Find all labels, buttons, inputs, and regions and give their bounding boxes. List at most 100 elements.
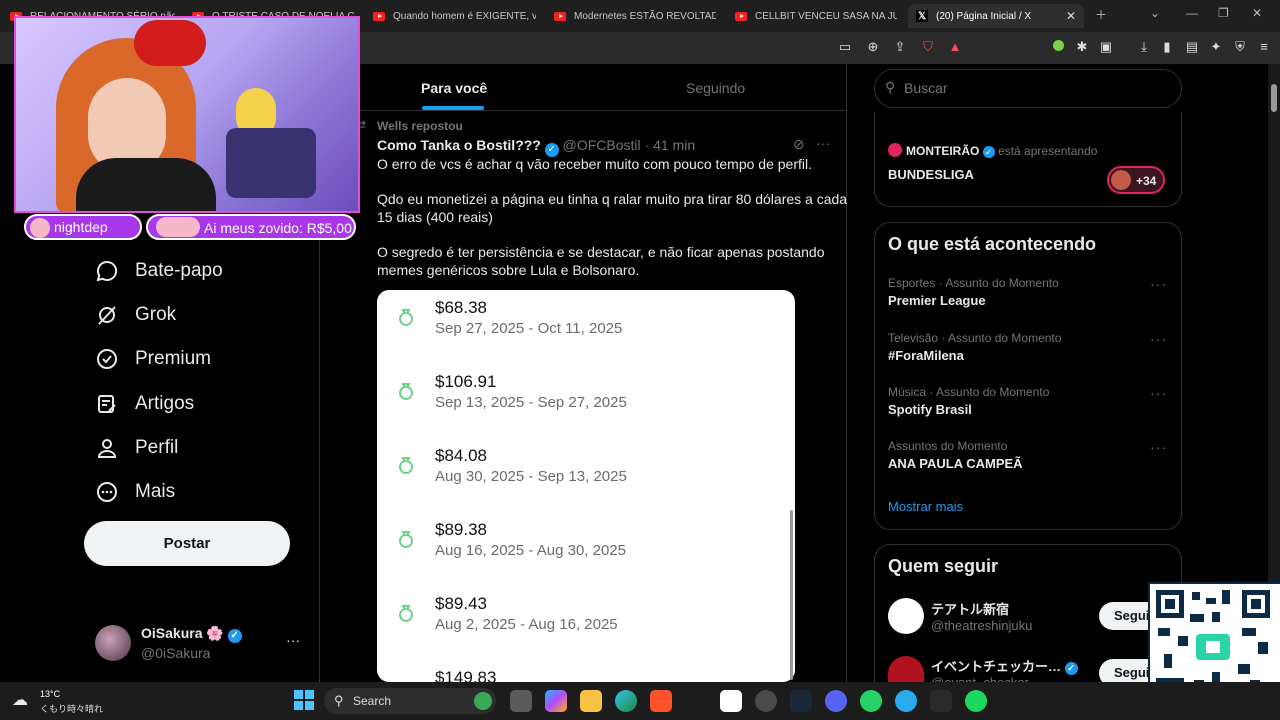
spotify-icon[interactable]: [965, 690, 987, 712]
weather-icon[interactable]: ☁: [12, 690, 28, 710]
nav-item-profile[interactable]: Perfil: [95, 436, 178, 460]
nav-item-articles[interactable]: Artigos: [95, 392, 194, 416]
browser-tab[interactable]: Modernetes ESTÃO REVOLTADAS…: [554, 4, 716, 28]
person-icon: [95, 436, 119, 460]
verified-badge-icon: [95, 347, 119, 371]
close-tab-icon[interactable]: ✕: [1066, 9, 1076, 23]
trend-more-icon[interactable]: ···: [1150, 439, 1167, 455]
post-more-icon[interactable]: ···: [816, 135, 830, 151]
chat-avatar: [30, 218, 50, 238]
money-bag-icon: [397, 604, 415, 622]
task-view-icon[interactable]: [510, 690, 532, 712]
new-tab-icon[interactable]: ＋: [1095, 6, 1107, 23]
screenshot-icon[interactable]: ▣: [1099, 40, 1113, 54]
brave-shield-icon[interactable]: ⛉: [921, 40, 935, 54]
money-bag-icon: [397, 382, 415, 400]
file-explorer-icon[interactable]: [580, 690, 602, 712]
obs-icon[interactable]: [755, 690, 777, 712]
taskbar-search[interactable]: ⚲ Search: [324, 688, 496, 714]
vpn-icon[interactable]: ⛨: [1233, 40, 1247, 54]
epic-games-icon[interactable]: [930, 690, 952, 712]
search-input[interactable]: Buscar: [904, 80, 948, 96]
trend-name[interactable]: Spotify Brasil: [888, 402, 972, 417]
minimize-icon[interactable]: —: [1186, 6, 1198, 20]
show-more-link[interactable]: Mostrar mais: [888, 499, 963, 514]
weather-desc: くもり時々晴れ: [40, 704, 104, 714]
post-author[interactable]: Como Tanka o Bostil???: [377, 137, 541, 153]
follow-name-row[interactable]: イベントチェッカー… ✓: [931, 656, 1078, 675]
chat-username-badge: nightdep: [24, 214, 142, 240]
donation-alert: Ai meus zovido: R$5,00: [146, 214, 356, 240]
column-divider: [846, 64, 847, 682]
follow-name: イベントチェッカー…: [931, 659, 1062, 674]
live-event[interactable]: BUNDESLIGA: [888, 167, 974, 182]
trend-name[interactable]: #ForaMilena: [888, 348, 964, 363]
cast-icon[interactable]: ▭: [838, 40, 852, 54]
nav-item-premium[interactable]: Premium: [95, 347, 211, 371]
trend-category: Assuntos do Momento: [888, 439, 1008, 453]
chevron-down-icon[interactable]: ⌄: [1150, 6, 1160, 20]
avatar[interactable]: [95, 625, 131, 661]
wallet-icon[interactable]: ▤: [1185, 40, 1199, 54]
steam-icon[interactable]: [790, 690, 812, 712]
leo-ai-icon[interactable]: ✦: [1209, 40, 1223, 54]
account-more-icon[interactable]: ···: [286, 632, 300, 648]
trend-name[interactable]: ANA PAULA CAMPEÃ: [888, 456, 1023, 471]
payout-period: Sep 13, 2025 - Sep 27, 2025: [435, 394, 627, 411]
follow-handle: @event_checker: [931, 675, 1029, 682]
windows-start-icon[interactable]: [294, 690, 314, 710]
grok-explain-icon[interactable]: ⊘: [793, 136, 805, 153]
trends-title: O que está acontecendo: [888, 234, 1097, 254]
post-time[interactable]: · 41 min: [645, 137, 696, 153]
menu-icon[interactable]: ≡: [1257, 40, 1271, 54]
browser-tab-active[interactable]: 𝕏 (20) Página Inicial / X ✕: [908, 4, 1084, 28]
copilot-icon[interactable]: [545, 690, 567, 712]
account-name[interactable]: OiSakura 🌸 ✓: [141, 625, 242, 643]
tab-following[interactable]: Seguindo: [686, 80, 745, 96]
brave-rewards-icon[interactable]: ▲: [948, 40, 962, 54]
maximize-icon[interactable]: ❐: [1218, 6, 1229, 20]
post-image-payouts[interactable]: $68.38 Sep 27, 2025 - Oct 11, 2025 $106.…: [377, 290, 795, 682]
zoom-icon[interactable]: ⊕: [866, 40, 880, 54]
nav-item-grok[interactable]: Grok: [95, 303, 176, 327]
post-handle[interactable]: @OFCBostil: [563, 137, 641, 153]
telegram-icon[interactable]: [895, 690, 917, 712]
extension-green-icon[interactable]: [1051, 40, 1065, 54]
sidebar-icon[interactable]: ▮: [1160, 40, 1174, 54]
money-bag-icon: [397, 456, 415, 474]
payout-amount: $68.38: [435, 298, 487, 317]
trends-panel: [874, 222, 1182, 530]
download-icon[interactable]: ⤓: [1137, 40, 1151, 54]
window-close-icon[interactable]: ✕: [1252, 6, 1262, 20]
live-host[interactable]: MONTEIRÃO ✓ está apresentando: [906, 144, 1097, 158]
payout-period: Aug 2, 2025 - Aug 16, 2025: [435, 616, 618, 633]
chat-username: nightdep: [54, 219, 108, 235]
share-icon[interactable]: ⇪: [893, 40, 907, 54]
trend-more-icon[interactable]: ···: [1150, 276, 1167, 292]
trend-more-icon[interactable]: ···: [1150, 331, 1167, 347]
puzzle-icon[interactable]: ✱: [1075, 40, 1089, 54]
trend-name[interactable]: Premier League: [888, 293, 986, 308]
nav-item-chat[interactable]: Bate-papo: [95, 259, 223, 283]
search-highlight-icon: [474, 692, 492, 710]
store-icon[interactable]: [720, 690, 742, 712]
nav-item-more[interactable]: Mais: [95, 480, 175, 504]
trend-more-icon[interactable]: ···: [1150, 385, 1167, 401]
search-box[interactable]: ⚲ Buscar: [874, 69, 1182, 108]
brave-icon[interactable]: [650, 690, 672, 712]
scrollbar-thumb[interactable]: [1271, 84, 1277, 112]
weather-temp[interactable]: 13°C: [40, 689, 60, 699]
tab-for-you[interactable]: Para você: [421, 80, 487, 96]
post-button[interactable]: Postar: [84, 521, 290, 566]
live-listeners[interactable]: +34: [1107, 166, 1165, 194]
discord-icon[interactable]: [825, 690, 847, 712]
edge-icon[interactable]: [615, 690, 637, 712]
payout-amount: $106.91: [435, 372, 497, 391]
follow-avatar[interactable]: [888, 598, 924, 634]
browser-tab[interactable]: CELLBIT VENCEU SASA NA JUSTIÇ…: [735, 4, 897, 28]
image-scrollbar[interactable]: [790, 510, 793, 680]
browser-tab[interactable]: Quando homem é EXIGENTE, vira…: [373, 4, 536, 28]
follow-name[interactable]: テアトル新宿: [931, 599, 1009, 618]
whatsapp-icon[interactable]: [860, 690, 882, 712]
tab-title: Quando homem é EXIGENTE, vira…: [393, 10, 536, 22]
